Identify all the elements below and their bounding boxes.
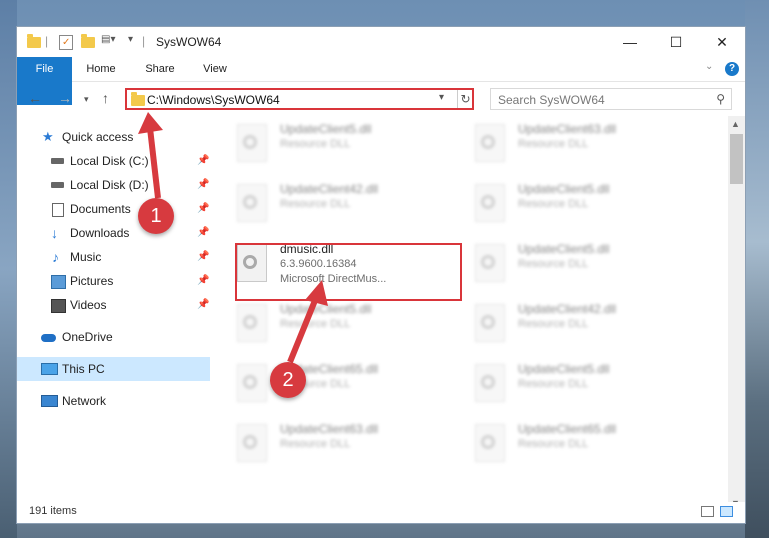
arrow-1-head	[138, 112, 163, 134]
step-badge-2: 2	[270, 362, 306, 398]
step-badge-1: 1	[138, 198, 174, 234]
arrow-2-head	[305, 280, 328, 306]
arrow-1-shaft	[147, 127, 161, 199]
annotation-arrows	[138, 112, 328, 364]
arrow-2-shaft	[287, 296, 319, 364]
